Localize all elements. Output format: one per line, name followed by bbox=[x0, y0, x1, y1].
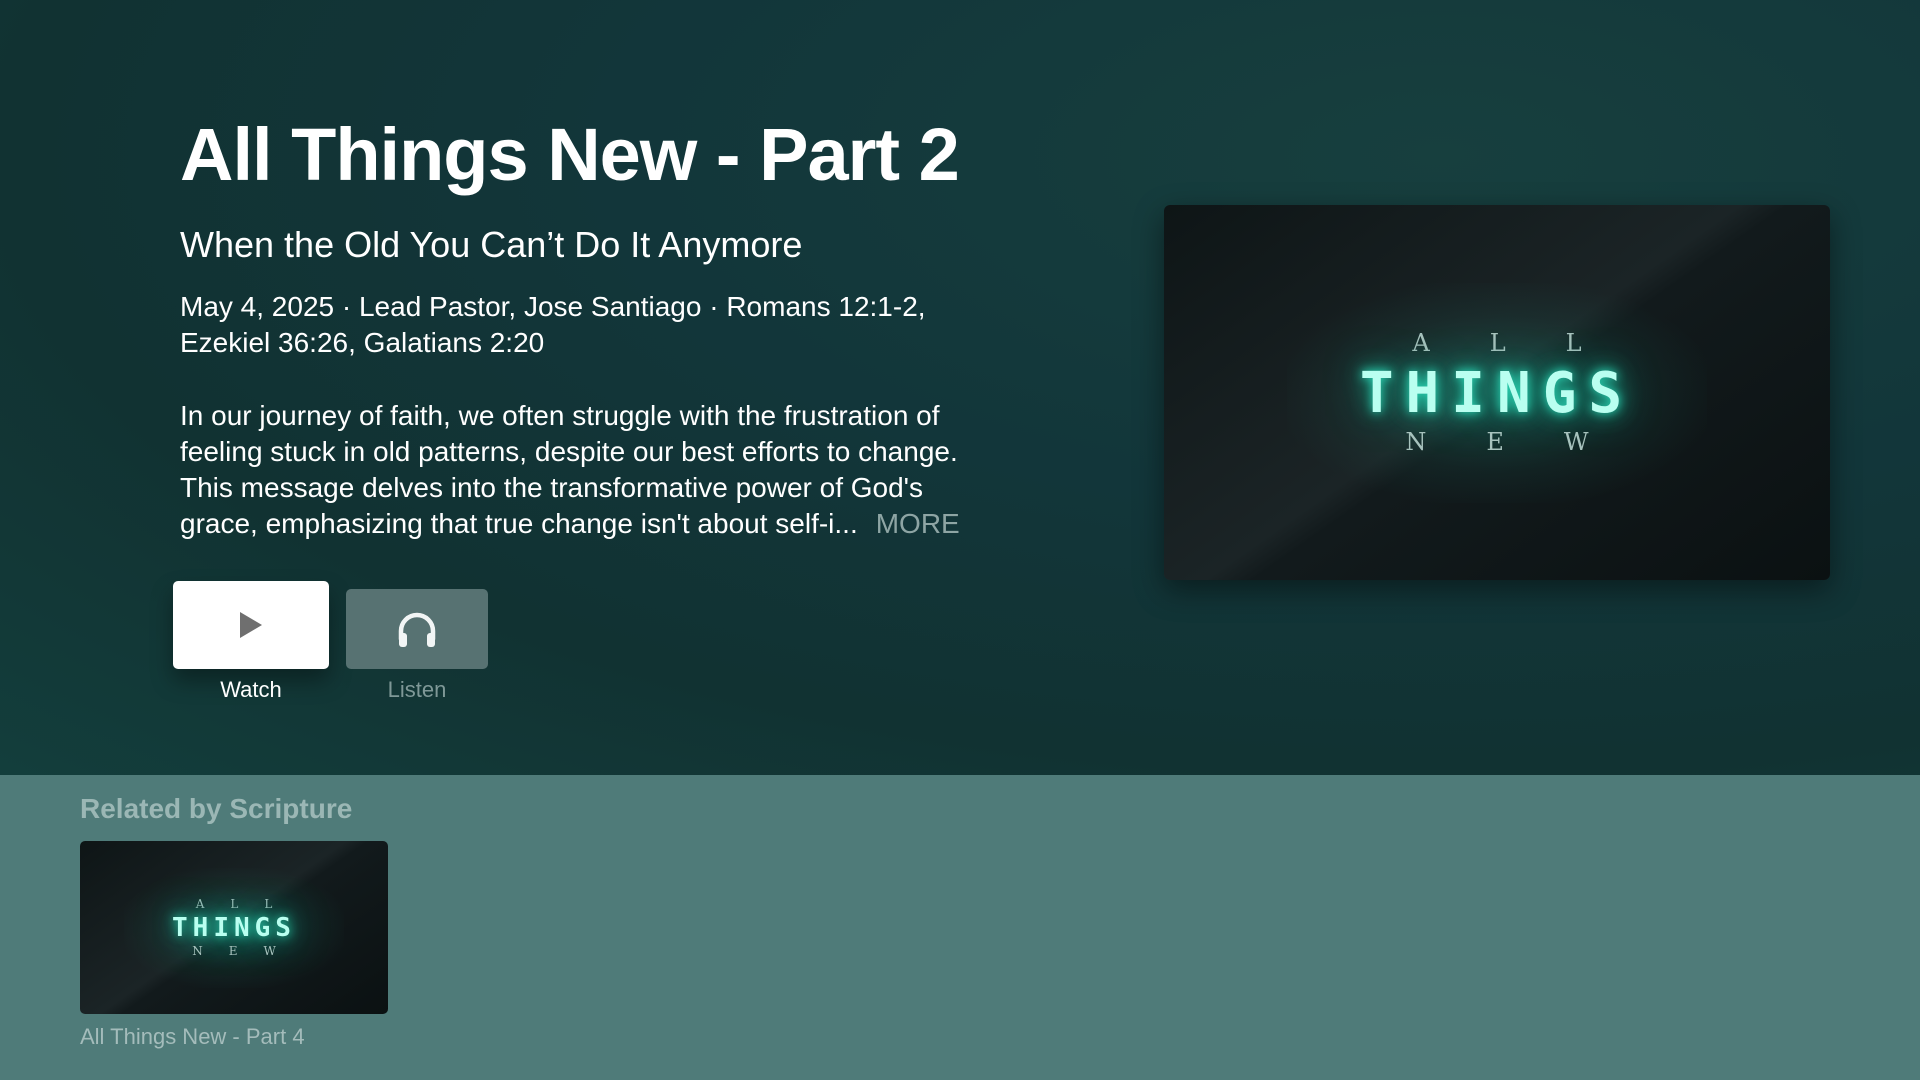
episode-description: In our journey of faith, we often strugg… bbox=[180, 398, 1000, 542]
play-icon bbox=[240, 612, 262, 638]
listen-action[interactable]: Listen bbox=[346, 589, 488, 703]
description-text: In our journey of faith, we often strugg… bbox=[180, 400, 958, 539]
related-heading: Related by Scripture bbox=[80, 793, 353, 824]
artwork-word-top: ALL bbox=[1412, 329, 1642, 357]
hero-section: All Things New - Part 2 When the Old You… bbox=[0, 0, 1920, 775]
watch-action[interactable]: Watch bbox=[173, 581, 329, 703]
related-item-thumbnail[interactable]: ALL THINGS NEW bbox=[80, 841, 388, 1014]
thumbnail-word-main: THINGS bbox=[172, 913, 296, 943]
episode-subtitle: When the Old You Can’t Do It Anymore bbox=[180, 224, 803, 265]
episode-artwork: ALL THINGS NEW bbox=[1164, 205, 1830, 580]
headphones-icon bbox=[398, 612, 436, 647]
artwork-logo: ALL THINGS NEW bbox=[1164, 205, 1830, 580]
episode-meta: May 4, 2025 · Lead Pastor, Jose Santiago… bbox=[180, 291, 926, 358]
related-section: Related by Scripture ALL THINGS NEW All … bbox=[0, 775, 1920, 1080]
related-item[interactable]: ALL THINGS NEW All Things New - Part 4 bbox=[80, 841, 388, 1050]
thumbnail-word-top: ALL bbox=[195, 897, 299, 911]
related-item-title: All Things New - Part 4 bbox=[80, 1024, 305, 1049]
watch-label: Watch bbox=[220, 677, 282, 702]
thumbnail-logo: ALL THINGS NEW bbox=[80, 841, 388, 1014]
watch-button[interactable] bbox=[173, 581, 329, 669]
listen-label: Listen bbox=[387, 677, 447, 702]
artwork-word-main: THINGS bbox=[1359, 361, 1635, 426]
artwork-word-bottom: NEW bbox=[1405, 428, 1649, 456]
thumbnail-word-bottom: NEW bbox=[192, 944, 302, 958]
listen-button[interactable] bbox=[346, 589, 488, 669]
page-title: All Things New - Part 2 bbox=[180, 113, 960, 196]
more-link[interactable]: MORE bbox=[876, 508, 960, 539]
